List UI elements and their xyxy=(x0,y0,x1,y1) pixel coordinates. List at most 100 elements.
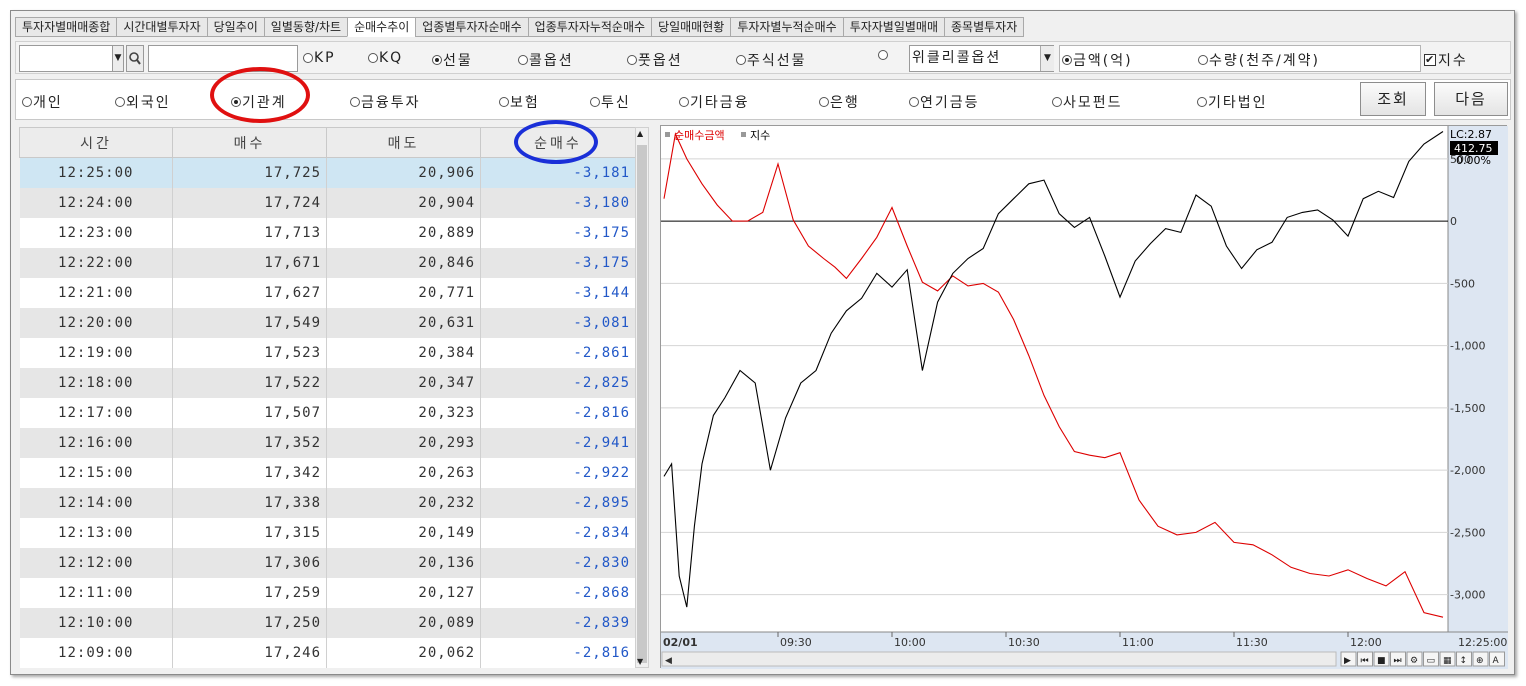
table-cell: 12:10:00 xyxy=(19,607,173,638)
investor-radio-1[interactable]: 외국인 xyxy=(115,92,171,112)
table-scrollbar[interactable]: ▲ ▼ xyxy=(635,127,649,668)
x-end-label: 12:25:00 xyxy=(1458,636,1507,649)
table-row[interactable]: 12:16:00 17,352 20,293 -2,941 xyxy=(19,427,636,458)
table-cell: 12:14:00 xyxy=(19,487,173,518)
column-header-0[interactable]: 시간 xyxy=(19,127,173,158)
market-radio-0[interactable]: KP xyxy=(303,50,336,66)
table-cell: 17,507 xyxy=(172,397,327,428)
table-row[interactable]: 12:09:00 17,246 20,062 -2,816 xyxy=(19,637,636,668)
table-row[interactable]: 12:11:00 17,259 20,127 -2,868 xyxy=(19,577,636,608)
market-radio-4-label: 풋옵션 xyxy=(638,53,683,69)
next-button[interactable]: 다음 xyxy=(1434,82,1508,116)
table-row[interactable]: 12:24:00 17,724 20,904 -3,180 xyxy=(19,187,636,218)
x-tick-label: 12:00 xyxy=(1350,636,1382,649)
table-cell: -2,830 xyxy=(480,547,636,578)
table-row[interactable]: 12:13:00 17,315 20,149 -2,834 xyxy=(19,517,636,548)
market-radio-3[interactable]: 콜옵션 xyxy=(518,50,574,70)
tab-3[interactable]: 일별동향/차트 xyxy=(263,17,348,37)
investor-radio-7[interactable]: 은행 xyxy=(819,92,860,112)
market-radio-1[interactable]: KQ xyxy=(368,50,403,66)
table-scroll-thumb[interactable] xyxy=(637,145,647,663)
tab-2[interactable]: 당일추이 xyxy=(206,17,264,37)
investor-radio-8[interactable]: 연기금등 xyxy=(909,92,980,112)
table-row[interactable]: 12:22:00 17,671 20,846 -3,175 xyxy=(19,247,636,278)
search-button[interactable]: 조회 xyxy=(1360,82,1426,116)
tab-6[interactable]: 업종투자자누적순매수 xyxy=(527,17,652,37)
table-cell: 12:12:00 xyxy=(19,547,173,578)
investor-radio-5-label: 투신 xyxy=(601,95,631,111)
table-cell: 20,347 xyxy=(326,367,481,398)
table-row[interactable]: 12:19:00 17,523 20,384 -2,861 xyxy=(19,337,636,368)
investor-radio-6-label: 기타금융 xyxy=(690,95,750,111)
magnifier-icon[interactable] xyxy=(126,45,144,72)
investor-radio-0-label: 개인 xyxy=(33,95,63,111)
code-dropdown-arrow-icon[interactable]: ▼ xyxy=(112,45,124,72)
table-row[interactable]: 12:20:00 17,549 20,631 -3,081 xyxy=(19,307,636,338)
radio-circle-icon xyxy=(736,55,746,65)
market-radio-6[interactable] xyxy=(878,50,889,60)
table-cell: -3,175 xyxy=(480,247,636,278)
unit-radio-1[interactable]: 수량(천주/계약) xyxy=(1198,50,1320,70)
table-cell: -2,816 xyxy=(480,637,636,668)
x-tick-label: 11:00 xyxy=(1122,636,1154,649)
table-row[interactable]: 12:18:00 17,522 20,347 -2,825 xyxy=(19,367,636,398)
tab-1[interactable]: 시간대별투자자 xyxy=(116,17,207,37)
table-row[interactable]: 12:15:00 17,342 20,263 -2,922 xyxy=(19,457,636,488)
code-select[interactable] xyxy=(19,45,123,72)
radio-circle-icon xyxy=(590,97,600,107)
investor-radio-6[interactable]: 기타금융 xyxy=(679,92,750,112)
table-cell: 20,771 xyxy=(326,277,481,308)
tab-0[interactable]: 투자자별매매종합 xyxy=(15,17,117,37)
right-axis-panel xyxy=(1448,126,1508,669)
table-row[interactable]: 12:23:00 17,713 20,889 -3,175 xyxy=(19,217,636,248)
investor-radio-10[interactable]: 기타법인 xyxy=(1197,92,1268,112)
tab-5[interactable]: 업종별투자자순매수 xyxy=(415,17,528,37)
table-cell: -2,922 xyxy=(480,457,636,488)
investor-radio-9-label: 사모펀드 xyxy=(1063,95,1123,111)
investor-radio-4[interactable]: 보험 xyxy=(499,92,540,112)
radio-circle-icon xyxy=(22,97,32,107)
weekly-dropdown-arrow-icon[interactable]: ▼ xyxy=(1040,46,1054,71)
tab-8[interactable]: 투자자별누적순매수 xyxy=(730,17,843,37)
y-tick-label: -2,500 xyxy=(1450,526,1485,539)
x-tick-label: 11:30 xyxy=(1236,636,1268,649)
radio-circle-icon xyxy=(368,53,378,63)
index-checkbox-label: 지수 xyxy=(1438,53,1468,69)
investor-radio-5[interactable]: 투신 xyxy=(590,92,631,112)
series-line-1 xyxy=(663,131,1444,608)
chart-canvas: 5000-500-1,000-1,500-2,000-2,500-3,00002… xyxy=(661,126,1508,669)
y-tick-label: 0 xyxy=(1450,215,1457,228)
table-row[interactable]: 12:14:00 17,338 20,232 -2,895 xyxy=(19,487,636,518)
table-cell: 17,725 xyxy=(172,157,327,188)
table-cell: 17,724 xyxy=(172,187,327,218)
table-row[interactable]: 12:12:00 17,306 20,136 -2,830 xyxy=(19,547,636,578)
market-radio-5[interactable]: 주식선물 xyxy=(736,50,807,70)
y-tick-label: -1,000 xyxy=(1450,340,1485,353)
unit-radio-0[interactable]: 금액(억) xyxy=(1062,50,1133,70)
investor-radio-9[interactable]: 사모펀드 xyxy=(1052,92,1123,112)
market-radio-2[interactable]: 선물 xyxy=(432,50,473,70)
tab-4[interactable]: 순매수추이 xyxy=(347,17,416,37)
weekly-option-select[interactable]: 위클리콜옵션 xyxy=(909,45,1054,72)
table-row[interactable]: 12:21:00 17,627 20,771 -3,144 xyxy=(19,277,636,308)
column-header-1[interactable]: 매수 xyxy=(172,127,327,158)
chart-scrollbar xyxy=(661,651,1337,667)
tab-7[interactable]: 당일매매현황 xyxy=(651,17,731,37)
column-header-2[interactable]: 매도 xyxy=(326,127,481,158)
table-cell: 20,232 xyxy=(326,487,481,518)
index-checkbox[interactable]: ✔ 지수 xyxy=(1424,50,1468,70)
radio-circle-icon xyxy=(909,97,919,107)
investor-radio-0[interactable]: 개인 xyxy=(22,92,63,112)
investor-radio-3[interactable]: 금융투자 xyxy=(350,92,421,112)
table-row[interactable]: 12:10:00 17,250 20,089 -2,839 xyxy=(19,607,636,638)
market-radio-4[interactable]: 풋옵션 xyxy=(627,50,683,70)
lc-label: LC:2.87 xyxy=(1450,128,1492,141)
tab-10[interactable]: 종목별투자자 xyxy=(944,17,1025,37)
scroll-up-icon[interactable]: ▲ xyxy=(637,129,643,138)
table-cell: 17,338 xyxy=(172,487,327,518)
highlight-circle-institution xyxy=(210,67,310,123)
table-row[interactable]: 12:17:00 17,507 20,323 -2,816 xyxy=(19,397,636,428)
scroll-down-icon[interactable]: ▼ xyxy=(637,657,643,666)
tab-9[interactable]: 투자자별일별매매 xyxy=(842,17,945,37)
table-cell: 20,904 xyxy=(326,187,481,218)
